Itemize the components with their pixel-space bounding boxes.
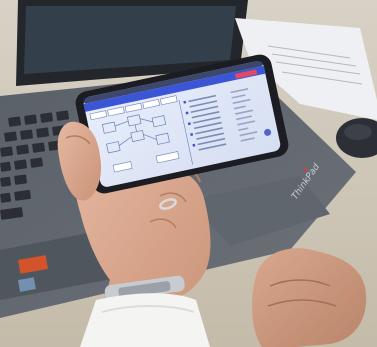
photo-frame: ThinkPad <box>0 0 377 347</box>
shirt-sleeve <box>80 293 210 347</box>
logo-dot <box>303 168 307 172</box>
photo-illustration: ThinkPad <box>0 0 377 347</box>
